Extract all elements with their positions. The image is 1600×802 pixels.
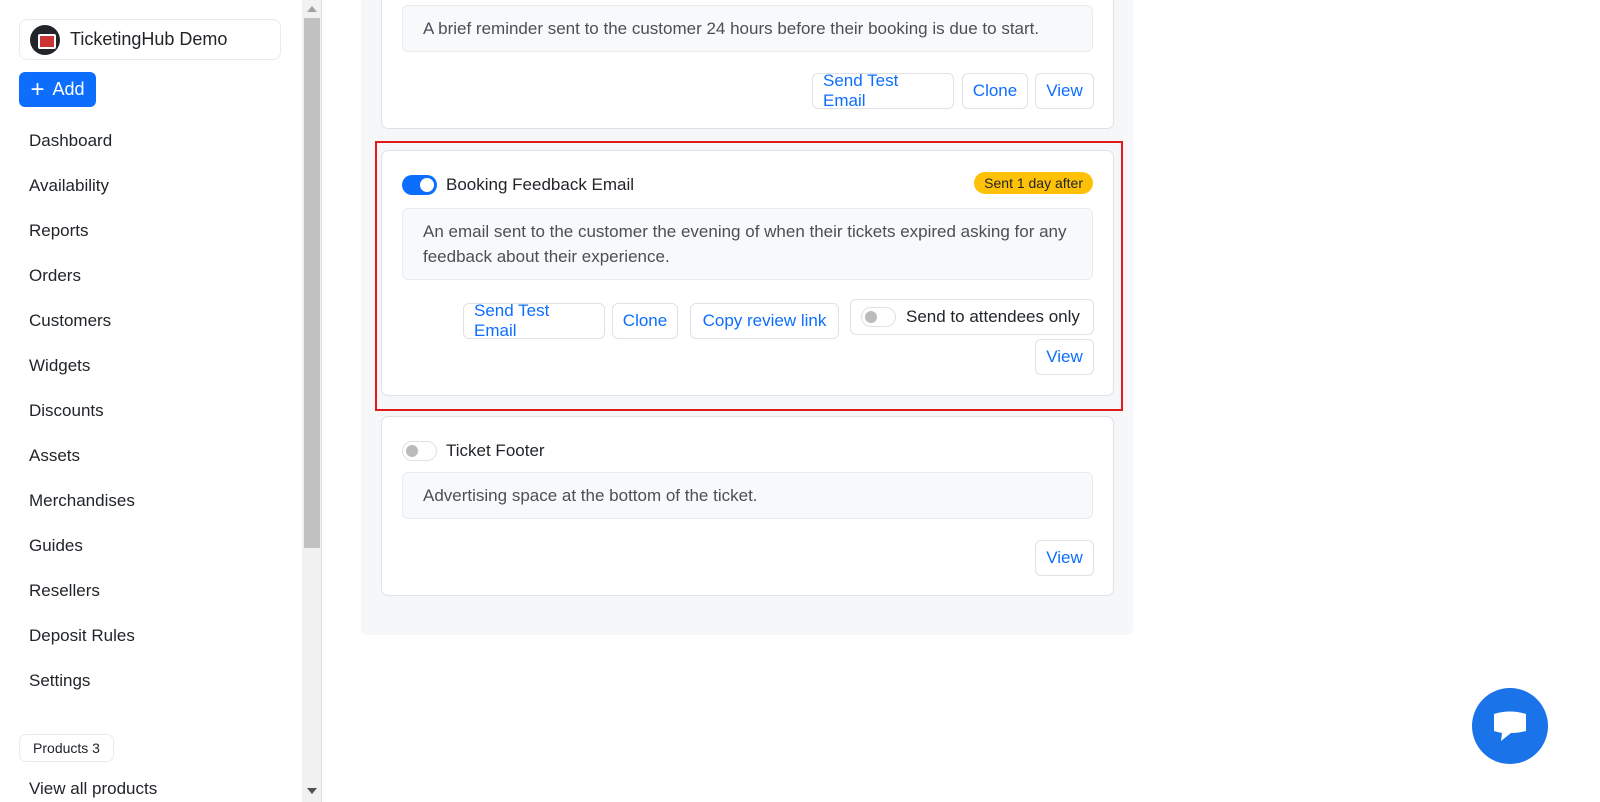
chat-icon bbox=[1494, 711, 1526, 741]
clone-button[interactable]: Clone bbox=[962, 73, 1028, 109]
view-button[interactable]: View bbox=[1035, 540, 1094, 576]
view-all-products-link[interactable]: View all products bbox=[29, 779, 157, 799]
sidebar-scrollbar[interactable] bbox=[302, 0, 322, 802]
sidebar-item-customers[interactable]: Customers bbox=[29, 310, 135, 355]
view-button[interactable]: View bbox=[1035, 73, 1094, 109]
reminder-email-card: A brief reminder sent to the customer 24… bbox=[381, 0, 1114, 129]
products-badge[interactable]: Products 3 bbox=[19, 734, 114, 762]
sidebar-nav: Dashboard Availability Reports Orders Cu… bbox=[29, 130, 135, 715]
add-label: Add bbox=[52, 79, 85, 99]
sidebar: TicketingHub Demo + Add Dashboard Availab… bbox=[0, 0, 302, 802]
add-button[interactable]: + Add bbox=[19, 72, 96, 107]
sidebar-item-merchandises[interactable]: Merchandises bbox=[29, 490, 135, 535]
card-description: A brief reminder sent to the customer 24… bbox=[402, 5, 1093, 52]
card-description: Advertising space at the bottom of the t… bbox=[402, 472, 1093, 519]
card-title: Ticket Footer bbox=[446, 441, 545, 460]
sidebar-item-guides[interactable]: Guides bbox=[29, 535, 135, 580]
store-icon bbox=[30, 24, 60, 55]
sidebar-item-orders[interactable]: Orders bbox=[29, 265, 135, 310]
sidebar-item-discounts[interactable]: Discounts bbox=[29, 400, 135, 445]
scroll-down-icon[interactable] bbox=[307, 788, 317, 794]
ticket-footer-card: Ticket Footer Advertising space at the b… bbox=[381, 416, 1114, 596]
sidebar-item-assets[interactable]: Assets bbox=[29, 445, 135, 490]
plus-icon: + bbox=[30, 75, 45, 103]
sidebar-item-availability[interactable]: Availability bbox=[29, 175, 135, 220]
org-name: TicketingHub Demo bbox=[70, 29, 228, 49]
sidebar-item-settings[interactable]: Settings bbox=[29, 670, 135, 715]
sidebar-item-reports[interactable]: Reports bbox=[29, 220, 135, 265]
highlight-box bbox=[375, 141, 1123, 411]
scroll-up-icon[interactable] bbox=[307, 6, 317, 12]
scroll-thumb[interactable] bbox=[304, 18, 320, 548]
sidebar-item-widgets[interactable]: Widgets bbox=[29, 355, 135, 400]
sidebar-item-resellers[interactable]: Resellers bbox=[29, 580, 135, 625]
send-test-email-button[interactable]: Send Test Email bbox=[812, 71, 954, 110]
sidebar-item-deposit-rules[interactable]: Deposit Rules bbox=[29, 625, 135, 670]
enable-toggle[interactable] bbox=[402, 441, 437, 461]
chat-widget-button[interactable] bbox=[1472, 688, 1548, 764]
org-switcher[interactable]: TicketingHub Demo bbox=[19, 19, 281, 60]
sidebar-item-dashboard[interactable]: Dashboard bbox=[29, 130, 135, 175]
